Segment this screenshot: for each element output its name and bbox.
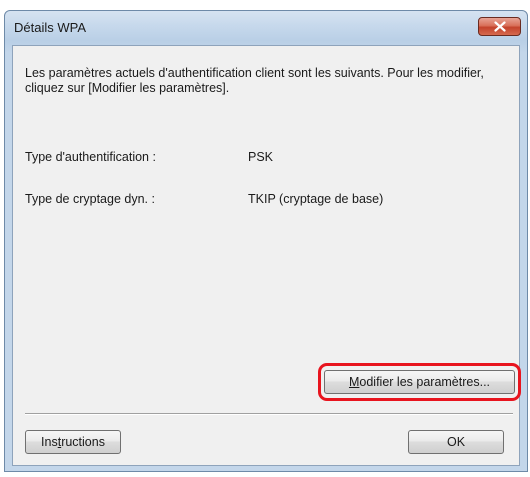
wpa-details-dialog: Détails WPA Les paramètres actuels d'aut… xyxy=(4,10,528,472)
auth-type-label: Type d'authentification : xyxy=(25,150,156,164)
close-icon xyxy=(493,21,506,32)
dialog-content: Les paramètres actuels d'authentificatio… xyxy=(12,45,521,466)
instructions-label: Instructions xyxy=(41,435,105,449)
title-bar[interactable]: Détails WPA xyxy=(12,11,521,45)
modify-settings-button[interactable]: Modifier les paramètres... xyxy=(324,370,515,394)
separator xyxy=(25,413,513,415)
modify-settings-label: Modifier les paramètres... xyxy=(348,375,491,389)
close-button[interactable] xyxy=(478,17,521,36)
encryption-type-value: TKIP (cryptage de base) xyxy=(248,192,384,206)
dialog-title: Détails WPA xyxy=(14,20,86,35)
intro-text: Les paramètres actuels d'authentificatio… xyxy=(25,66,484,95)
ok-button[interactable]: OK xyxy=(408,430,504,454)
instructions-button[interactable]: Instructions xyxy=(25,430,121,454)
encryption-type-label: Type de cryptage dyn. : xyxy=(25,192,155,206)
auth-type-value: PSK xyxy=(248,150,274,164)
